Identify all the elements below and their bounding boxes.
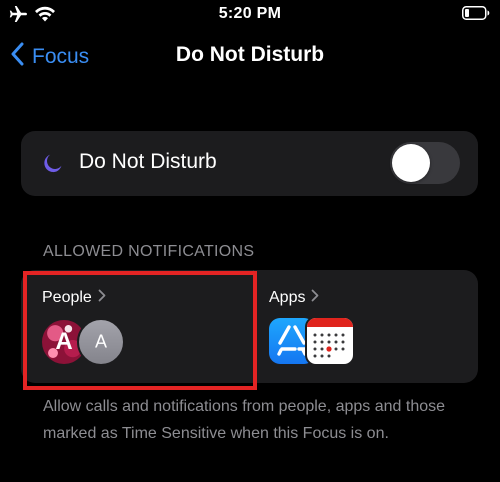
people-cell[interactable]: People A A — [21, 270, 253, 383]
allowed-notifications-card: People A A Apps — [21, 270, 478, 383]
focus-toggle-label: Do Not Disturb — [79, 150, 217, 173]
footer-description: Allow calls and notifications from peopl… — [43, 398, 446, 442]
section-header: ALLOWED NOTIFICATIONS — [43, 243, 255, 260]
chevron-right-icon — [311, 289, 319, 307]
status-bar: 5:20 PM — [0, 0, 500, 30]
calendar-icon — [305, 316, 355, 366]
focus-toggle-switch[interactable] — [390, 142, 460, 184]
apps-cell-header: Apps — [269, 289, 319, 307]
moon-icon — [41, 151, 65, 175]
battery-icon — [462, 6, 490, 20]
apps-label: Apps — [269, 289, 306, 306]
switch-knob — [392, 144, 430, 182]
avatar-letter: A — [94, 331, 107, 352]
focus-toggle-row: Do Not Disturb — [21, 131, 478, 196]
people-label: People — [42, 289, 92, 306]
navigation-bar: Focus Do Not Disturb — [0, 34, 500, 78]
people-cell-header: People — [42, 289, 106, 307]
chevron-right-icon — [98, 289, 106, 307]
page-title: Do Not Disturb — [175, 43, 325, 66]
apps-cell[interactable]: Apps — [253, 270, 478, 383]
avatar: A — [77, 318, 125, 366]
status-time: 5:20 PM — [218, 5, 282, 22]
